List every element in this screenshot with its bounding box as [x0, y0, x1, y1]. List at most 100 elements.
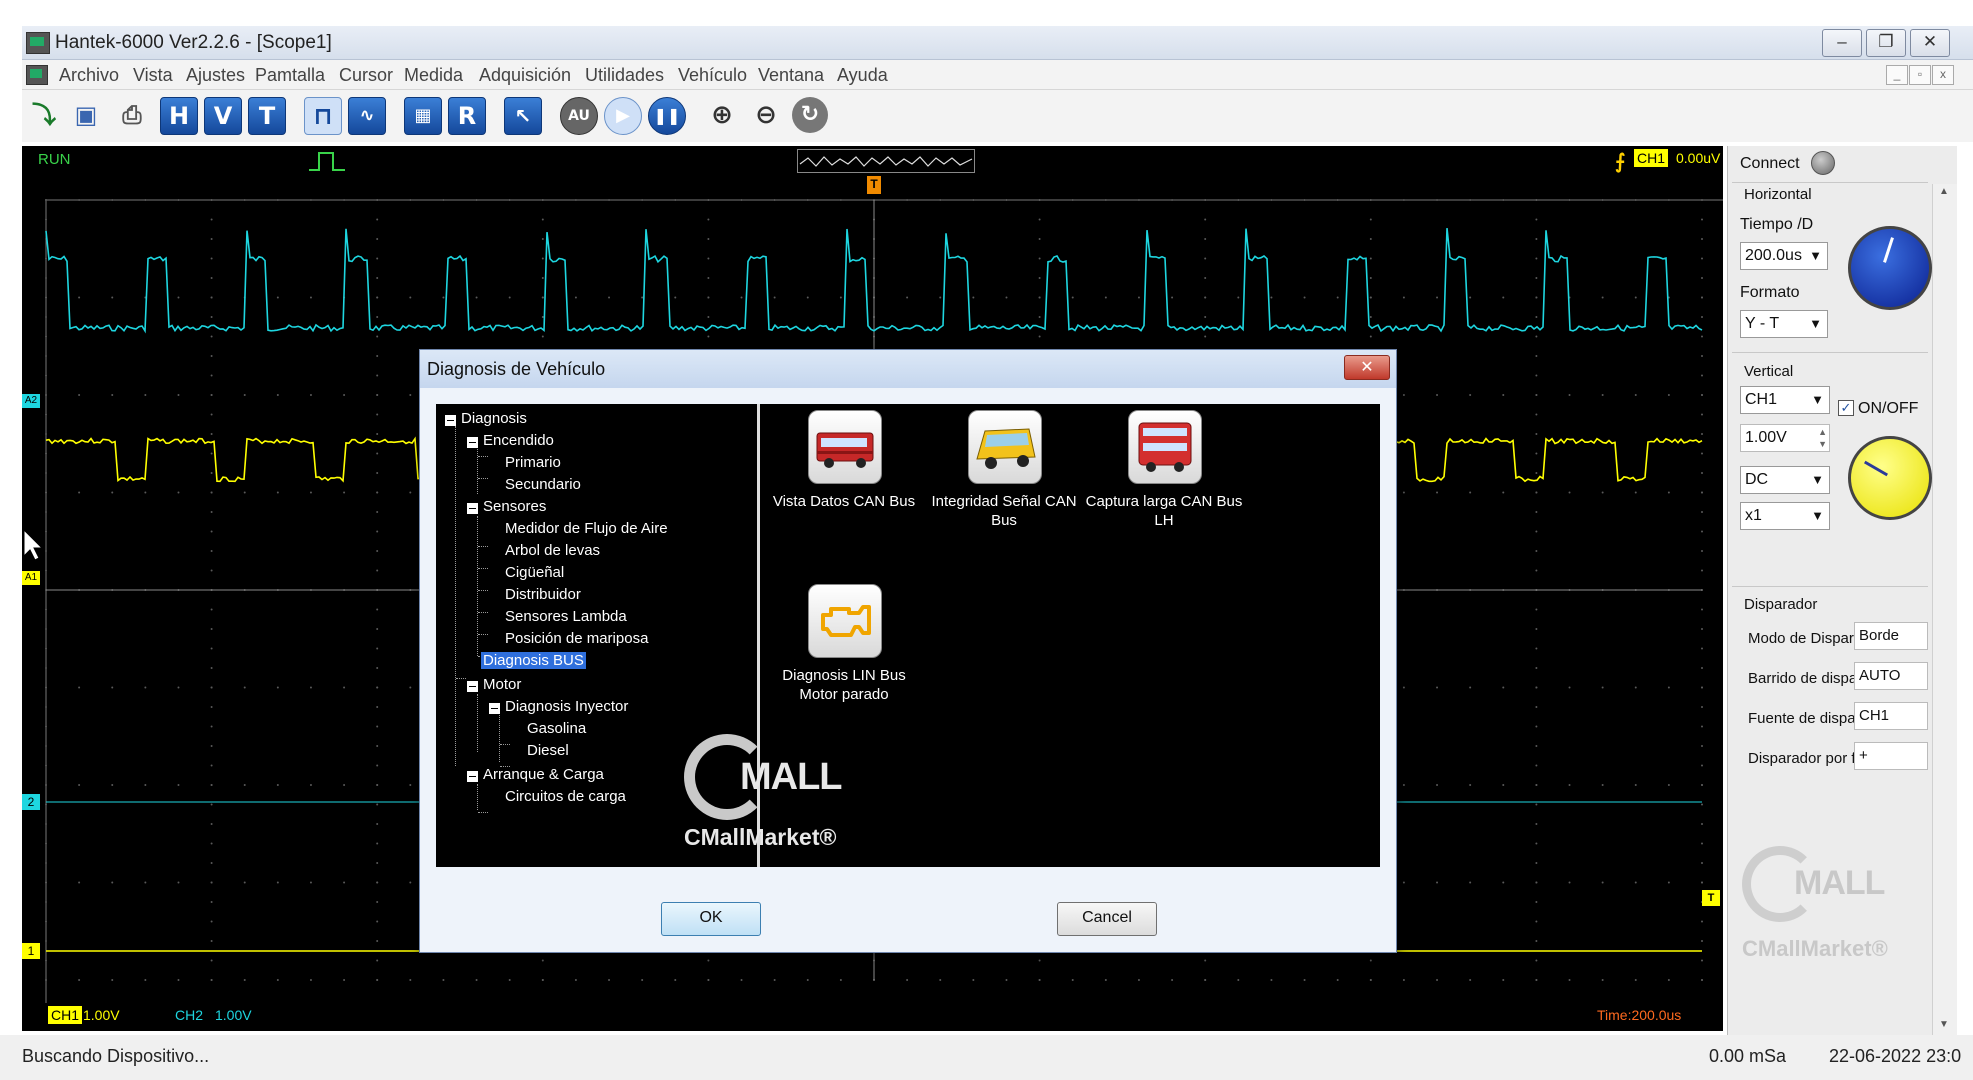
tree-node-lambda[interactable]: Sensores Lambda — [505, 608, 627, 625]
menu-adquisicion[interactable]: Adquisición — [479, 65, 571, 86]
collapse-icon[interactable] — [467, 503, 478, 514]
scroll-up-icon[interactable]: ▲ — [1939, 186, 1949, 197]
tree-node-gasolina[interactable]: Gasolina — [527, 720, 586, 737]
cursor-icon[interactable]: ↖ — [504, 97, 542, 135]
dialog-title-bar[interactable]: Diagnosis de Vehículo ✕ — [420, 350, 1396, 388]
spinner-arrows-icon[interactable]: ▲ ▼ — [1818, 426, 1827, 450]
pulse-icon[interactable]: ⊓ — [304, 97, 342, 135]
dialog-close-button[interactable]: ✕ — [1344, 355, 1390, 380]
tree-node-secundario[interactable]: Secundario — [505, 476, 581, 493]
menu-utilidades[interactable]: Utilidades — [585, 65, 664, 86]
trigger-mode-field[interactable]: Borde — [1854, 622, 1928, 650]
waveform-overview[interactable] — [797, 149, 975, 173]
grid-dot — [1701, 257, 1703, 260]
tree-node-arbol-levas[interactable]: Arbol de levas — [505, 542, 600, 559]
zoom-out-icon[interactable]: ⊖ — [748, 97, 784, 133]
tree-node-diagnosis[interactable]: Diagnosis — [461, 410, 527, 427]
formato-select[interactable]: Y - T ▼ — [1740, 310, 1828, 338]
collapse-icon[interactable] — [467, 771, 478, 782]
connect-indicator[interactable] — [1811, 151, 1835, 175]
menu-ventana[interactable]: Ventana — [758, 65, 824, 86]
tile-vista-datos-can[interactable] — [808, 410, 882, 484]
tiempo-select[interactable]: 200.0us ▼ — [1740, 242, 1828, 270]
tree-node-encendido[interactable]: Encendido — [483, 432, 554, 449]
tile-diagnosis-lin[interactable] — [808, 584, 882, 658]
grid-dot — [376, 238, 379, 240]
trigger-source-field[interactable]: CH1 — [1854, 702, 1928, 730]
trigger-position-marker[interactable]: T — [867, 176, 881, 194]
menu-vista[interactable]: Vista — [133, 65, 173, 86]
play-icon[interactable]: ▶ — [604, 97, 642, 135]
scroll-down-icon[interactable]: ▼ — [1939, 1019, 1949, 1030]
restore-button[interactable]: ❐ — [1866, 29, 1906, 57]
volts-per-div-spinner[interactable]: 1.00V ▲ ▼ — [1740, 424, 1830, 452]
grid-dot — [1204, 199, 1207, 201]
collapse-icon[interactable] — [467, 437, 478, 448]
menu-ayuda[interactable]: Ayuda — [837, 65, 888, 86]
tree-node-flujo-aire[interactable]: Medidor de Flujo de Aire — [505, 520, 668, 537]
grid-dot — [210, 823, 213, 825]
horizontal-button[interactable]: H — [160, 97, 198, 135]
math-icon[interactable]: ∿ — [348, 97, 386, 135]
menu-pantalla[interactable]: Pamtalla — [255, 65, 325, 86]
collapse-icon[interactable] — [489, 703, 500, 714]
trigger-button[interactable]: T — [248, 97, 286, 135]
tree-node-inyector[interactable]: Diagnosis Inyector — [505, 698, 628, 715]
dialog-watermark-text: CMallMarket® — [684, 824, 837, 850]
coupling-select[interactable]: DC ▼ — [1740, 466, 1830, 494]
close-button[interactable]: ✕ — [1910, 29, 1950, 57]
mdi-minimize-button[interactable]: _ — [1886, 65, 1908, 85]
time-base-knob[interactable] — [1848, 226, 1932, 310]
zoom-in-icon[interactable]: ⊕ — [704, 97, 740, 133]
ch2-reference-marker[interactable]: A2 — [22, 394, 40, 408]
tree-node-ciguenal[interactable]: Cigüeñal — [505, 564, 564, 581]
menu-vehiculo[interactable]: Vehículo — [678, 65, 747, 86]
menu-archivo[interactable]: Archivo — [59, 65, 119, 86]
vertical-button[interactable]: V — [204, 97, 242, 135]
volts-knob[interactable] — [1848, 436, 1932, 520]
cancel-button[interactable]: Cancel — [1057, 902, 1157, 936]
probe-select[interactable]: x1 ▼ — [1740, 502, 1830, 530]
onoff-checkbox[interactable]: ✓ — [1838, 400, 1854, 416]
panel-scrollbar[interactable]: ▲ ▼ — [1932, 184, 1957, 1035]
tile-captura-larga-can[interactable] — [1128, 410, 1202, 484]
menu-ajustes[interactable]: Ajustes — [186, 65, 245, 86]
tree-node-diesel[interactable]: Diesel — [527, 742, 569, 759]
measure-icon[interactable]: ▦ — [404, 97, 442, 135]
ok-button[interactable]: OK — [661, 902, 761, 936]
grid-dot — [541, 277, 544, 279]
channel-select[interactable]: CH1 ▼ — [1740, 386, 1830, 414]
grid-dot — [1535, 569, 1538, 572]
tree-node-motor[interactable]: Motor — [483, 676, 521, 693]
grid-dot — [343, 979, 346, 981]
menu-cursor[interactable]: Cursor — [339, 65, 393, 86]
mdi-close-button[interactable]: x — [1932, 65, 1954, 85]
trigger-slope-field[interactable]: + — [1854, 742, 1928, 770]
grid-dot — [1237, 979, 1240, 981]
trigger-sweep-field[interactable]: AUTO — [1854, 662, 1928, 690]
tree-node-mariposa[interactable]: Posición de mariposa — [505, 630, 648, 647]
tile-integridad-senal-can[interactable] — [968, 410, 1042, 484]
tree-node-arranque[interactable]: Arranque & Carga — [483, 766, 604, 783]
tree-node-diagnosis-bus[interactable]: Diagnosis BUS — [481, 652, 586, 669]
mdi-restore-button[interactable]: ▫ — [1909, 65, 1931, 85]
reset-zoom-icon[interactable]: ↻ — [792, 97, 828, 133]
ch2-level-marker[interactable]: 2 — [22, 794, 40, 810]
minimize-button[interactable]: – — [1822, 29, 1862, 57]
auto-button[interactable]: AU — [560, 97, 598, 135]
collapse-icon[interactable] — [445, 415, 456, 426]
ch1-level-marker[interactable]: 1 — [22, 943, 40, 959]
pause-icon[interactable]: ❚❚ — [648, 97, 686, 135]
tree-node-primario[interactable]: Primario — [505, 454, 561, 471]
tree-node-sensores[interactable]: Sensores — [483, 498, 546, 515]
open-icon[interactable]: ⤵ — [26, 97, 62, 133]
reference-button[interactable]: R — [448, 97, 486, 135]
menu-medida[interactable]: Medida — [404, 65, 463, 86]
save-icon[interactable]: ▣ — [68, 97, 104, 133]
tree-node-circuitos[interactable]: Circuitos de carga — [505, 788, 626, 805]
print-icon[interactable]: ⎙ — [114, 97, 150, 133]
ch1-reference-marker[interactable]: A1 — [22, 571, 40, 585]
collapse-icon[interactable] — [467, 681, 478, 692]
trigger-level-marker[interactable]: T — [1702, 890, 1720, 906]
tree-node-distribuidor[interactable]: Distribuidor — [505, 586, 581, 603]
